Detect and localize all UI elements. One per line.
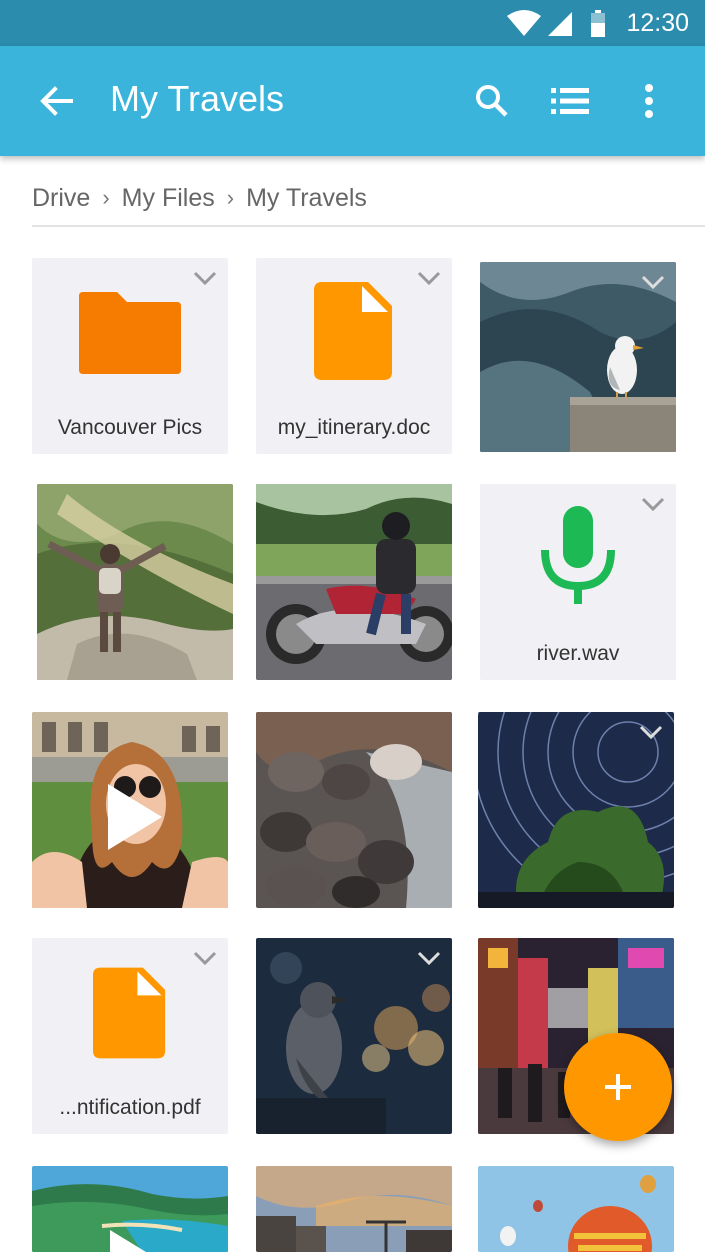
app-bar: My Travels (0, 46, 705, 156)
breadcrumb-my-files[interactable]: My Files (122, 184, 215, 213)
file-name: Vancouver Pics (57, 416, 203, 439)
file-name: my_itinerary.doc (277, 416, 431, 439)
add-icon (605, 1074, 631, 1100)
photo-tile[interactable] (478, 712, 674, 908)
video-tile[interactable] (32, 712, 228, 908)
status-time: 12:30 (626, 9, 689, 37)
chevron-down-icon[interactable] (192, 948, 218, 968)
file-tile-audio[interactable]: river.wav (480, 484, 676, 680)
video-tile[interactable] (32, 1166, 228, 1252)
page-title: My Travels (110, 78, 285, 119)
status-bar: 12:30 (0, 0, 705, 46)
hiker-photo (37, 484, 233, 680)
breadcrumb: Drive › My Files › My Travels (32, 176, 367, 220)
chevron-down-icon[interactable] (638, 722, 664, 742)
list-view-button[interactable] (546, 77, 594, 125)
file-tile-folder[interactable]: Vancouver Pics (32, 258, 228, 454)
divider (32, 225, 705, 227)
chevron-down-icon[interactable] (416, 948, 442, 968)
play-icon (110, 1230, 146, 1252)
file-name: river.wav (536, 642, 620, 665)
photo-tile[interactable] (480, 262, 676, 452)
photo-tile[interactable] (37, 484, 233, 680)
file-tile-document[interactable]: my_itinerary.doc (256, 258, 452, 454)
search-icon (476, 85, 508, 117)
motorcycle-photo (256, 484, 452, 680)
wifi-icon (507, 10, 541, 36)
document-icon (314, 282, 392, 380)
breadcrumb-drive[interactable]: Drive (32, 184, 90, 213)
back-button[interactable] (32, 77, 80, 125)
more-button[interactable] (625, 77, 673, 125)
chevron-down-icon[interactable] (640, 272, 666, 292)
folder-icon (79, 292, 181, 374)
hot-air-balloons-photo (478, 1166, 674, 1252)
microphone-icon (541, 506, 615, 604)
photo-tile[interactable] (256, 484, 452, 680)
photo-tile[interactable] (478, 1166, 674, 1252)
arrow-back-icon (40, 86, 73, 116)
chevron-down-icon[interactable] (192, 268, 218, 288)
photo-tile[interactable] (256, 712, 452, 908)
list-view-icon (551, 88, 589, 114)
cell-signal-icon (548, 12, 572, 36)
file-name: ...ntification.pdf (59, 1096, 201, 1119)
sunset-skyline-photo (256, 1166, 452, 1252)
add-fab-button[interactable] (564, 1033, 672, 1141)
campfire-photo (256, 712, 452, 908)
chevron-right-icon: › (102, 185, 110, 210)
chevron-right-icon: › (226, 185, 235, 210)
photo-tile[interactable] (256, 938, 452, 1134)
photo-tile[interactable] (256, 1166, 452, 1252)
document-icon (93, 967, 166, 1059)
battery-icon (591, 10, 605, 37)
search-button[interactable] (468, 77, 516, 125)
more-vert-icon (645, 84, 653, 118)
breadcrumb-my-travels: My Travels (246, 183, 367, 212)
file-tile-document[interactable]: ...ntification.pdf (32, 938, 228, 1134)
play-icon (108, 784, 162, 850)
